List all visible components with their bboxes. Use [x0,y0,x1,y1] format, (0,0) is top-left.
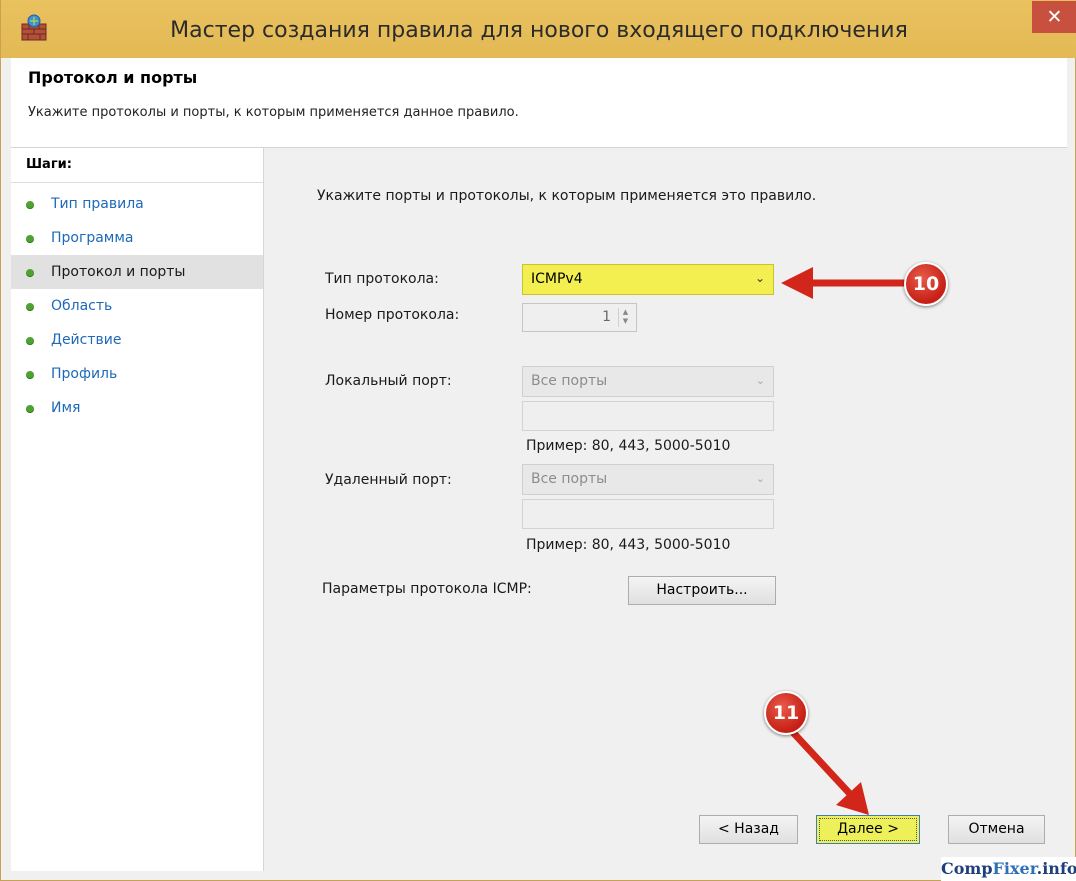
next-button-label: Далее > [837,821,899,837]
step-label: Действие [51,332,122,348]
chevron-down-icon: ⌄ [755,374,765,387]
back-button[interactable]: < Назад [699,815,798,844]
step-rule-type[interactable]: Тип правила [11,187,263,221]
next-button[interactable]: Далее > [816,815,920,844]
remote-port-label: Удаленный порт: [325,472,452,488]
close-icon: ✕ [1046,6,1063,28]
page-description: Укажите протоколы и порты, к которым при… [28,105,519,120]
step-protocol-and-ports[interactable]: Протокол и порты [11,255,263,289]
cancel-button[interactable]: Отмена [948,815,1045,844]
step-badge-11: 11 [764,691,808,735]
content-intro: Укажите порты и протоколы, к которым при… [317,188,817,204]
step-label: Тип правила [51,196,144,212]
step-name[interactable]: Имя [11,391,263,425]
watermark-part2: Fixer [992,859,1037,878]
step-status-dot-icon [26,405,34,413]
watermark-part1: Comp [941,859,993,878]
local-port-example: Пример: 80, 443, 5000-5010 [526,438,731,454]
spin-arrows-icon[interactable]: ▲ ▼ [618,308,632,327]
local-port-value: Все порты [531,373,608,389]
step-label: Программа [51,230,134,246]
step-status-dot-icon [26,201,34,209]
step-label: Протокол и порты [51,264,186,280]
page-title: Протокол и порты [28,68,198,87]
watermark-part3: .info [1036,859,1076,878]
protocol-type-value: ICMPv4 [531,271,583,287]
remote-port-select[interactable]: Все порты ⌄ [522,464,774,495]
icmp-configure-button[interactable]: Настроить... [628,576,776,605]
step-program[interactable]: Программа [11,221,263,255]
step-label: Профиль [51,366,118,382]
protocol-number-value: 1 [602,309,611,325]
icmp-settings-label: Параметры протокола ICMP: [322,581,532,597]
protocol-type-label: Тип протокола: [325,271,439,287]
chevron-down-icon: ⌄ [755,472,765,485]
step-status-dot-icon [26,269,34,277]
step-label: Имя [51,400,81,416]
wizard-window: Мастер создания правила для нового входя… [0,0,1076,881]
local-port-input[interactable] [522,401,774,431]
step-action[interactable]: Действие [11,323,263,357]
remote-port-example: Пример: 80, 443, 5000-5010 [526,537,731,553]
protocol-number-stepper[interactable]: 1 ▲ ▼ [522,303,637,332]
local-port-label: Локальный порт: [325,373,452,389]
remote-port-value: Все порты [531,471,608,487]
window-title: Мастер создания правила для нового входя… [170,18,908,43]
local-port-select[interactable]: Все порты ⌄ [522,366,774,397]
step-profile[interactable]: Профиль [11,357,263,391]
page-header: Протокол и порты Укажите протоколы и пор… [11,58,1067,148]
remote-port-input[interactable] [522,499,774,529]
steps-heading: Шаги: [26,157,72,172]
protocol-type-select[interactable]: ICMPv4 ⌄ [522,264,774,295]
steps-divider [11,182,263,183]
close-button[interactable]: ✕ [1032,1,1076,33]
step-badge-10: 10 [904,262,948,306]
step-status-dot-icon [26,371,34,379]
chevron-down-icon: ⌄ [754,271,765,285]
title-bar[interactable]: Мастер создания правила для нового входя… [1,0,1076,58]
content-panel: Укажите порты и протоколы, к которым при… [264,148,1067,871]
step-status-dot-icon [26,303,34,311]
watermark: CompFixer.info [941,857,1076,881]
step-status-dot-icon [26,337,34,345]
step-status-dot-icon [26,235,34,243]
step-scope[interactable]: Область [11,289,263,323]
step-label: Область [51,298,113,314]
steps-panel: Шаги: Тип правила Программа Протокол и п… [11,148,264,871]
protocol-number-label: Номер протокола: [325,307,460,323]
